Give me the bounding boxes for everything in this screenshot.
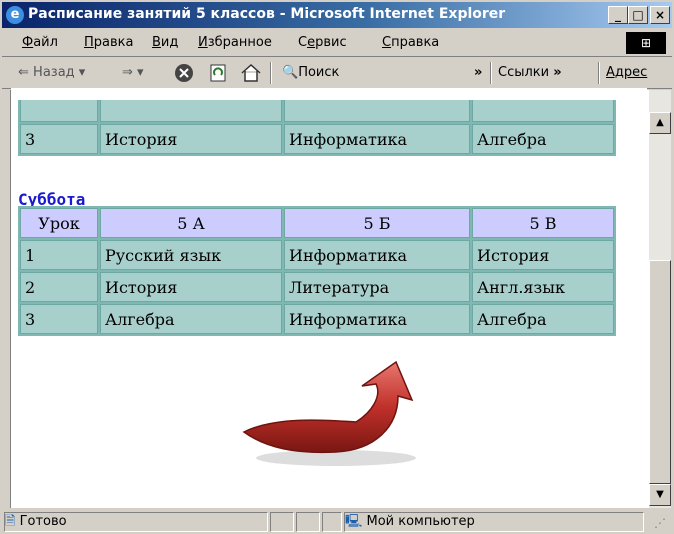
- status-zone-text: Мой компьютер: [366, 514, 475, 529]
- menu-help-label: правка: [391, 35, 440, 50]
- menu-file-accel: Ф: [22, 35, 34, 50]
- header-cell: 5 В: [472, 208, 614, 238]
- menu-view-label: ид: [160, 35, 179, 50]
- table-cell: Алгебра: [100, 304, 282, 334]
- status-text: Готово: [19, 514, 67, 529]
- return-arrow-icon[interactable]: [236, 360, 426, 470]
- browser-window: e Расписание занятий 5 классов - Microso…: [0, 0, 674, 534]
- status-zone-panel: 🖳 Мой компьютер: [344, 512, 644, 532]
- windows-logo-icon: ⊞: [626, 32, 666, 54]
- scroll-up-button[interactable]: ▲: [649, 112, 671, 134]
- table-cell: Информатика: [284, 304, 470, 334]
- title-bar[interactable]: e Расписание занятий 5 классов - Microso…: [2, 2, 672, 28]
- menu-view-accel: В: [152, 35, 161, 50]
- status-bar: 🗎 Готово 🖳 Мой компьютер ⋰: [2, 510, 672, 534]
- status-panel: [296, 512, 320, 532]
- table-cell: Алгебра: [472, 304, 614, 334]
- table-cell: История: [472, 240, 614, 270]
- table-cell: История: [100, 272, 282, 302]
- menu-file[interactable]: Файл: [22, 35, 58, 50]
- address-label[interactable]: Адрес: [606, 65, 647, 80]
- computer-icon: 🖳: [345, 514, 363, 529]
- status-panel: 🗎 Готово: [4, 512, 268, 532]
- table-cell: Литература: [284, 272, 470, 302]
- menu-help-accel: С: [382, 35, 392, 50]
- toolbar-separator: [490, 62, 492, 84]
- window-title: Расписание занятий 5 классов - Microsoft…: [28, 6, 506, 22]
- back-button[interactable]: ⇐ Назад ▾: [18, 65, 85, 80]
- table-cell: История: [100, 124, 282, 154]
- toolbar: ⇐ Назад ▾ ⇒ ▾ 🔍Поиск » Ссылки » Адрес: [2, 58, 672, 89]
- table-row: 2 История Литература Англ.язык: [20, 272, 614, 302]
- table-header-row: Урок 5 А 5 Б 5 В: [20, 208, 614, 238]
- chevron-more-icon[interactable]: »: [474, 65, 482, 80]
- scroll-clip: [11, 88, 647, 100]
- table-cell: Алгебра: [472, 124, 614, 154]
- table-cell: 3: [20, 304, 98, 334]
- home-icon: [241, 63, 261, 82]
- search-label: Поиск: [298, 65, 340, 80]
- menu-bar: Файл Правка Вид Избранное Сервис Справка…: [2, 30, 672, 57]
- status-panel: [270, 512, 294, 532]
- links-label: Ссылки: [498, 65, 550, 80]
- menu-favorites-label: збранное: [207, 35, 272, 50]
- saturday-table: Урок 5 А 5 Б 5 В 1 Русский язык Информат…: [18, 206, 616, 336]
- menu-edit-accel: П: [84, 35, 94, 50]
- resize-grip-icon[interactable]: ⋰: [654, 516, 666, 530]
- forward-button[interactable]: ⇒ ▾: [122, 65, 144, 80]
- table-row: 3 История Информатика Алгебра: [20, 124, 614, 154]
- toolbar-separator: [270, 62, 272, 84]
- menu-tools-label: рвис: [315, 35, 347, 50]
- back-arrow-icon: ⇐: [18, 65, 29, 80]
- menu-view[interactable]: Вид: [152, 35, 178, 50]
- ie-logo-icon: e: [6, 6, 24, 24]
- links-button[interactable]: Ссылки »: [498, 65, 562, 80]
- scroll-thumb[interactable]: [649, 260, 671, 484]
- menu-tools-prefix: С: [298, 35, 308, 50]
- menu-tools[interactable]: Сервис: [298, 35, 347, 50]
- toolbar-separator: [598, 62, 600, 84]
- close-button[interactable]: ×: [650, 6, 670, 24]
- menu-file-label: айл: [33, 35, 58, 50]
- table-row: 1 Русский язык Информатика История: [20, 240, 614, 270]
- table-cell: 3: [20, 124, 98, 154]
- home-button[interactable]: [240, 63, 262, 87]
- status-panel: [322, 512, 342, 532]
- table-cell: Англ.язык: [472, 272, 614, 302]
- refresh-icon: [210, 64, 226, 82]
- search-button[interactable]: 🔍Поиск: [282, 65, 339, 80]
- vertical-scrollbar[interactable]: ▲ ▼: [649, 90, 671, 508]
- stop-icon: [175, 64, 193, 82]
- maximize-button[interactable]: □: [628, 6, 648, 24]
- address-text: Адрес: [606, 65, 648, 80]
- menu-edit[interactable]: Правка: [84, 35, 133, 50]
- menu-edit-label: равка: [93, 35, 134, 50]
- search-icon: 🔍: [282, 65, 299, 80]
- minimize-button[interactable]: _: [608, 6, 628, 24]
- back-label: Назад: [33, 65, 75, 80]
- table-cell: 1: [20, 240, 98, 270]
- scroll-down-button[interactable]: ▼: [649, 484, 671, 506]
- table-row: 3 Алгебра Информатика Алгебра: [20, 304, 614, 334]
- menu-favorites[interactable]: Избранное: [198, 35, 272, 50]
- stop-button[interactable]: [174, 63, 194, 87]
- table-cell: Информатика: [284, 240, 470, 270]
- header-cell: 5 Б: [284, 208, 470, 238]
- page-icon: 🗎: [5, 514, 16, 529]
- menu-tools-accel: е: [307, 35, 316, 50]
- menu-favorites-accel: И: [198, 35, 208, 50]
- forward-arrow-icon: ⇒: [122, 65, 133, 80]
- table-cell: Информатика: [284, 124, 470, 154]
- refresh-button[interactable]: [208, 63, 228, 87]
- header-cell: Урок: [20, 208, 98, 238]
- header-cell: 5 А: [100, 208, 282, 238]
- table-cell: 2: [20, 272, 98, 302]
- table-cell: Русский язык: [100, 240, 282, 270]
- menu-help[interactable]: Справка: [382, 35, 439, 50]
